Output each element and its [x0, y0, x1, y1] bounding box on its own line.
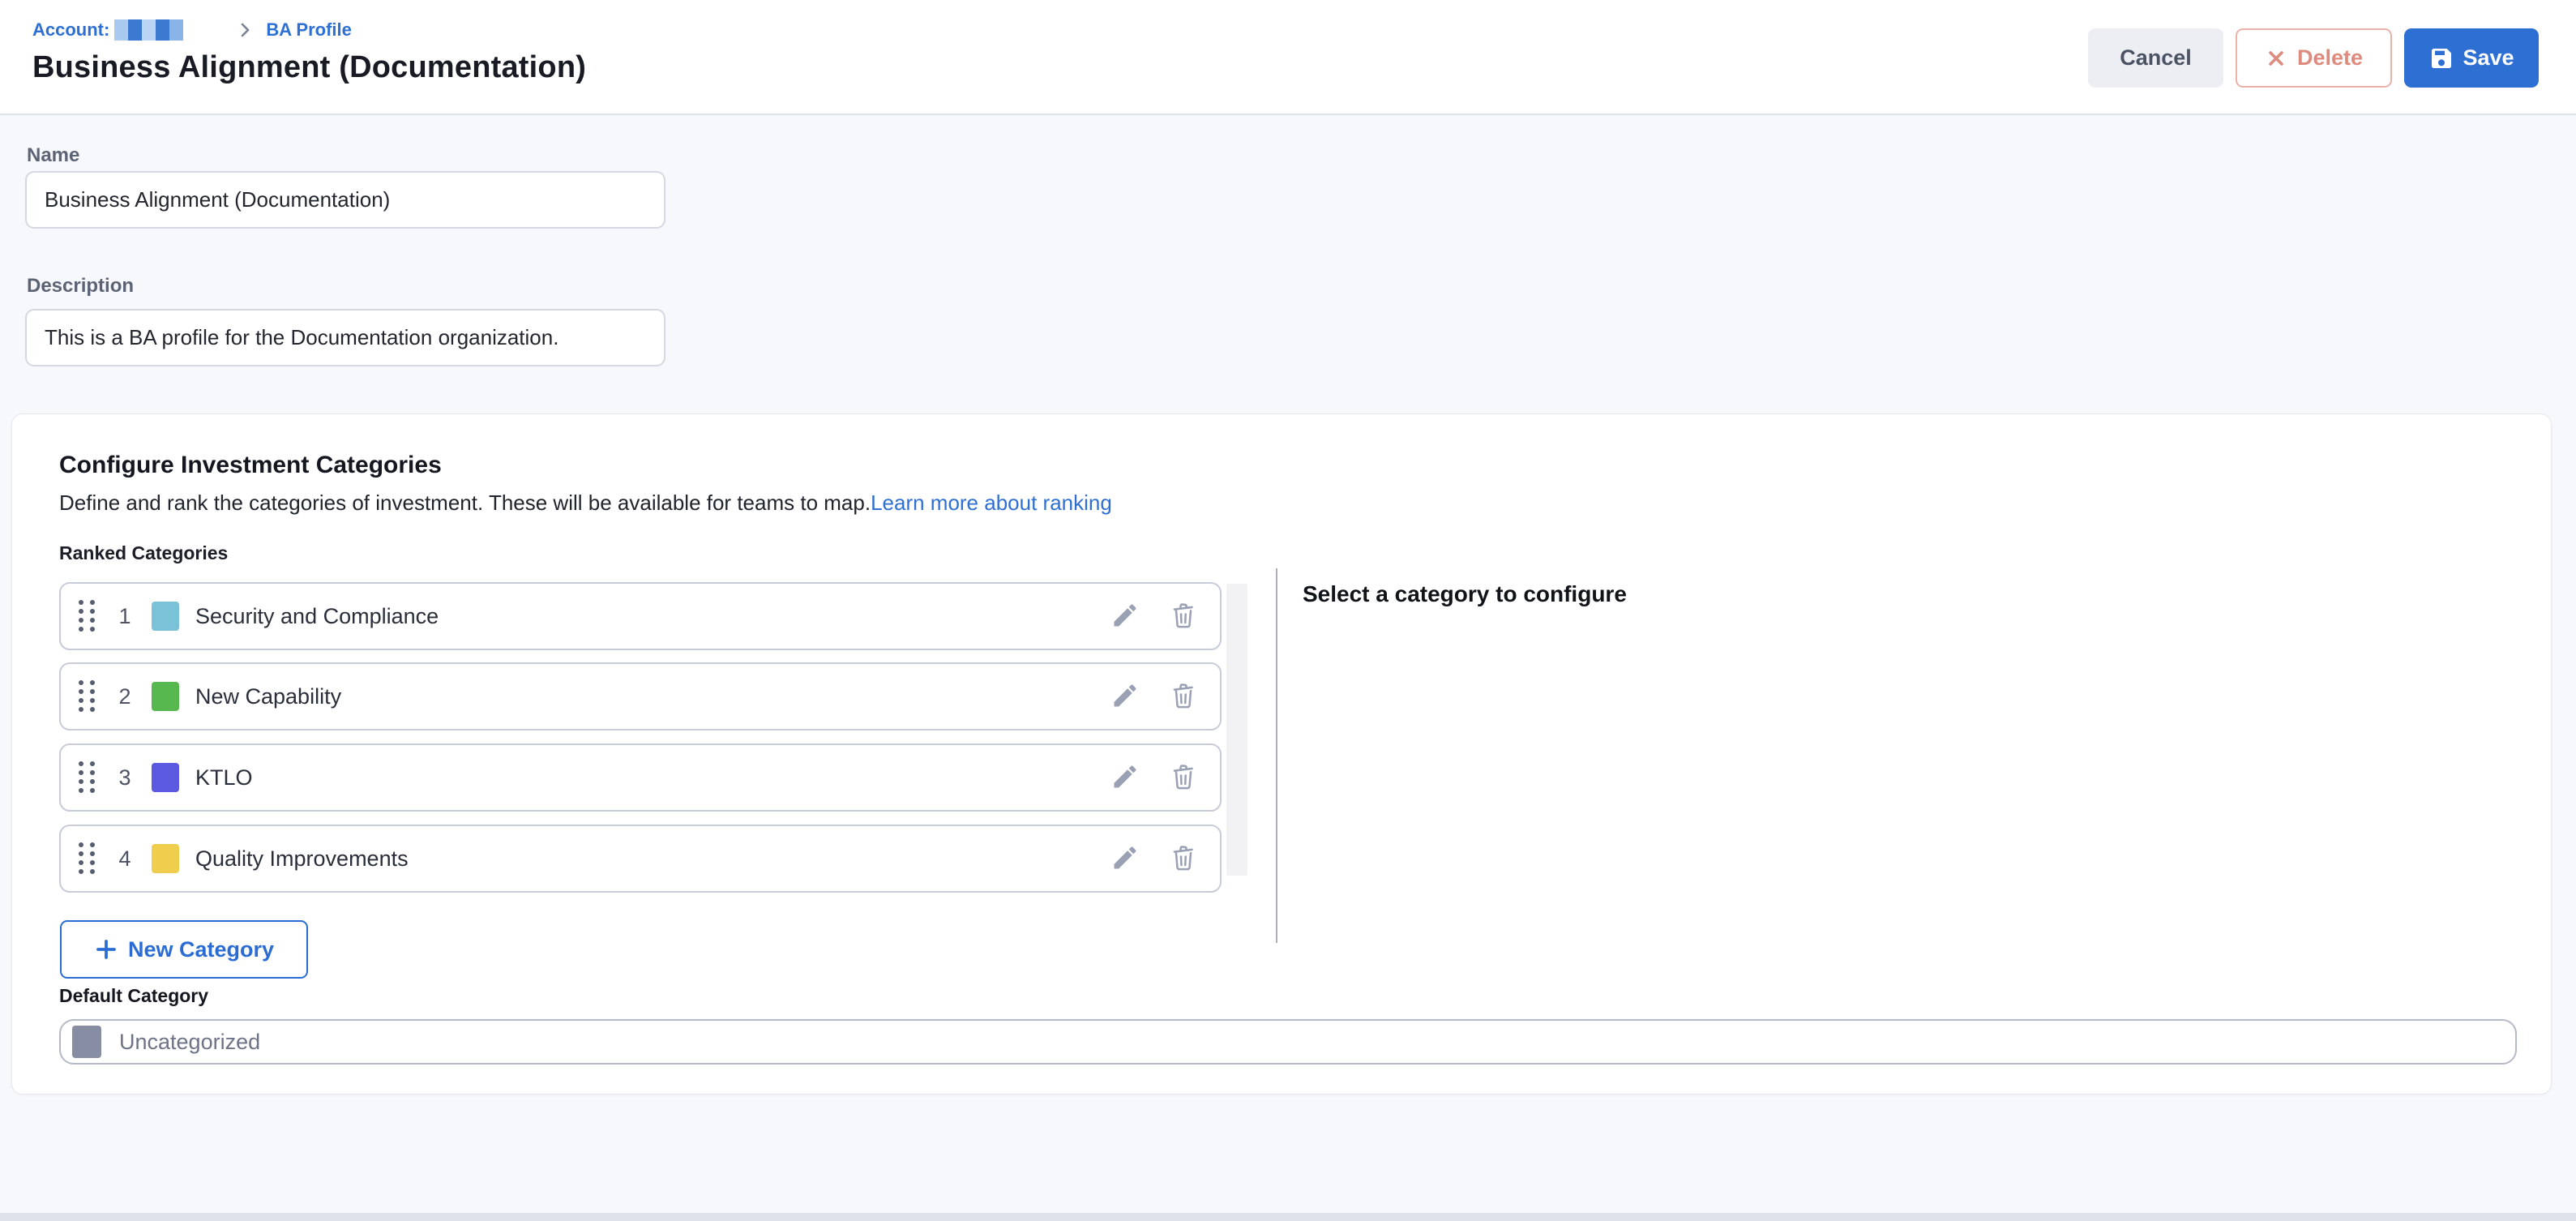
- delete-button[interactable]: Delete: [2236, 28, 2392, 88]
- edit-category-button[interactable]: [1110, 601, 1140, 632]
- category-color-swatch: [152, 602, 179, 631]
- pencil-icon: [1110, 762, 1140, 794]
- redacted-block: [156, 19, 169, 41]
- edit-category-button[interactable]: [1110, 762, 1140, 793]
- delete-category-button[interactable]: [1168, 601, 1199, 632]
- name-field-label: Name: [27, 144, 79, 167]
- default-category-label: Default Category: [59, 985, 208, 1007]
- category-row[interactable]: 1 Security and Compliance: [59, 582, 1222, 650]
- pencil-icon: [1110, 601, 1140, 632]
- configure-categories-card: Configure Investment Categories Define a…: [11, 413, 2552, 1095]
- category-name: KTLO: [195, 765, 253, 790]
- horizontal-scrollbar[interactable]: [0, 1213, 2576, 1221]
- header-actions: Cancel Delete Save: [2088, 28, 2539, 88]
- drag-handle-icon[interactable]: [79, 761, 95, 794]
- category-rank: 4: [113, 846, 137, 872]
- category-color-swatch: [152, 763, 179, 792]
- pencil-icon: [1110, 681, 1140, 713]
- page-title: Business Alignment (Documentation): [32, 50, 586, 85]
- plus-icon: [94, 937, 118, 962]
- card-subtitle: Define and rank the categories of invest…: [59, 491, 1112, 516]
- drag-handle-icon[interactable]: [79, 842, 95, 875]
- breadcrumb-account-label[interactable]: Account:: [32, 19, 109, 41]
- default-category-select[interactable]: Uncategorized: [59, 1019, 2517, 1065]
- card-heading: Configure Investment Categories: [59, 452, 442, 479]
- redacted-block: [142, 19, 156, 41]
- row-actions: [1110, 681, 1199, 712]
- ranked-categories-label: Ranked Categories: [59, 542, 228, 564]
- trash-icon: [1169, 681, 1198, 713]
- row-actions: [1110, 843, 1199, 874]
- card-subtitle-text: Define and rank the categories of invest…: [59, 491, 871, 515]
- default-category-swatch: [72, 1026, 101, 1058]
- chevron-right-icon: [235, 20, 255, 40]
- delete-button-label: Delete: [2297, 45, 2363, 71]
- row-actions: [1110, 762, 1199, 793]
- category-row[interactable]: 2 New Capability: [59, 662, 1222, 730]
- category-rank: 2: [113, 684, 137, 709]
- row-actions: [1110, 601, 1199, 632]
- breadcrumb-current[interactable]: BA Profile: [266, 19, 352, 41]
- category-name: Security and Compliance: [195, 604, 439, 629]
- panel-divider: [1276, 568, 1277, 943]
- breadcrumb-account-redacted: [114, 19, 183, 41]
- x-icon: [2265, 47, 2287, 70]
- description-field-label: Description: [27, 275, 134, 298]
- category-color-swatch: [152, 682, 179, 711]
- page-header: Account: BA Profile Business Alignment (…: [0, 0, 2576, 115]
- category-rank: 3: [113, 765, 137, 790]
- trash-icon: [1169, 843, 1198, 875]
- drag-handle-icon[interactable]: [79, 600, 95, 632]
- new-category-button-label: New Category: [128, 937, 274, 962]
- category-rank: 1: [113, 604, 137, 629]
- category-color-swatch: [152, 844, 179, 873]
- save-icon: [2428, 45, 2454, 71]
- category-row[interactable]: 4 Quality Improvements: [59, 825, 1222, 893]
- description-input[interactable]: [25, 309, 665, 366]
- category-list-scrollbar[interactable]: [1226, 584, 1247, 876]
- redacted-block: [169, 19, 183, 41]
- category-name: New Capability: [195, 684, 341, 709]
- new-category-button[interactable]: New Category: [60, 920, 308, 979]
- save-button[interactable]: Save: [2404, 28, 2539, 88]
- category-config-placeholder: Select a category to configure: [1303, 581, 1627, 607]
- drag-handle-icon[interactable]: [79, 680, 95, 713]
- redacted-block: [128, 19, 142, 41]
- category-name: Quality Improvements: [195, 846, 409, 872]
- default-category-value: Uncategorized: [119, 1030, 260, 1055]
- delete-category-button[interactable]: [1168, 681, 1199, 712]
- delete-category-button[interactable]: [1168, 843, 1199, 874]
- delete-category-button[interactable]: [1168, 762, 1199, 793]
- edit-category-button[interactable]: [1110, 681, 1140, 712]
- save-button-label: Save: [2463, 45, 2514, 71]
- edit-category-button[interactable]: [1110, 843, 1140, 874]
- trash-icon: [1169, 601, 1198, 632]
- breadcrumb: Account: BA Profile: [32, 18, 352, 42]
- name-input[interactable]: [25, 171, 665, 229]
- pencil-icon: [1110, 843, 1140, 875]
- trash-icon: [1169, 762, 1198, 794]
- category-row[interactable]: 3 KTLO: [59, 743, 1222, 812]
- cancel-button[interactable]: Cancel: [2088, 28, 2223, 88]
- learn-more-link[interactable]: Learn more about ranking: [871, 491, 1112, 515]
- redacted-block: [114, 19, 128, 41]
